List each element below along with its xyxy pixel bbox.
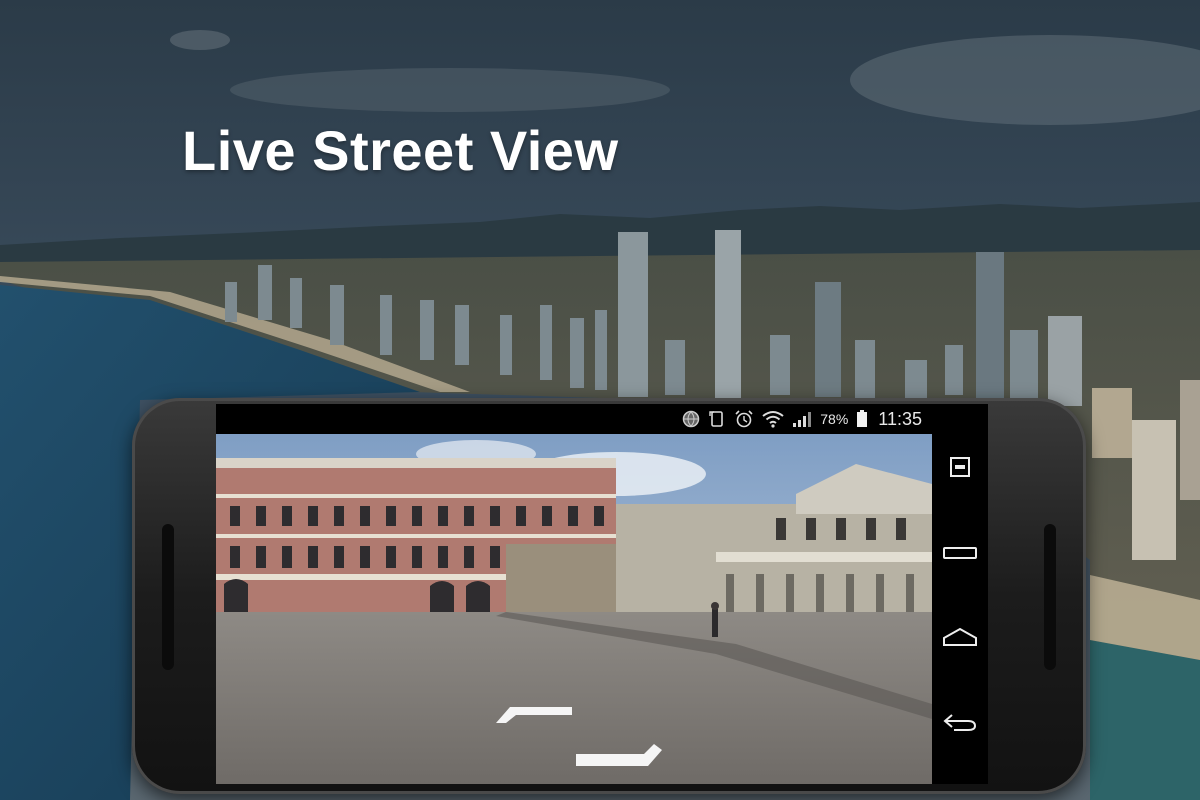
phone-speaker-right bbox=[1044, 524, 1056, 670]
street-view-panorama[interactable] bbox=[216, 434, 932, 784]
promo-headline: Live Street View bbox=[182, 119, 619, 182]
phone-speaker-left bbox=[162, 524, 174, 670]
signal-icon bbox=[792, 410, 812, 428]
navigate-arrow-icon-left[interactable] bbox=[494, 703, 574, 725]
phone-screen: 78% 11:35 bbox=[216, 404, 988, 784]
status-bar: 78% 11:35 bbox=[216, 404, 932, 434]
minimize-icon bbox=[943, 546, 977, 559]
home-icon bbox=[943, 627, 977, 646]
recent-apps-icon bbox=[950, 456, 970, 477]
screen-rotation-icon bbox=[708, 410, 726, 428]
minimize-button[interactable] bbox=[940, 532, 980, 572]
battery-icon bbox=[856, 410, 868, 428]
status-time: 11:35 bbox=[878, 408, 922, 429]
alarm-icon bbox=[734, 410, 754, 428]
battery-percent: 78% bbox=[820, 411, 849, 427]
navigate-arrow-icon-right[interactable] bbox=[574, 742, 664, 768]
home-button[interactable] bbox=[940, 617, 980, 657]
recent-apps-button[interactable] bbox=[940, 447, 980, 487]
wifi-icon bbox=[762, 410, 784, 428]
back-button[interactable] bbox=[940, 702, 980, 742]
android-nav-bar bbox=[932, 404, 988, 784]
back-icon bbox=[943, 713, 977, 731]
phone-frame: 78% 11:35 bbox=[132, 398, 1086, 794]
globe-icon bbox=[682, 410, 700, 428]
